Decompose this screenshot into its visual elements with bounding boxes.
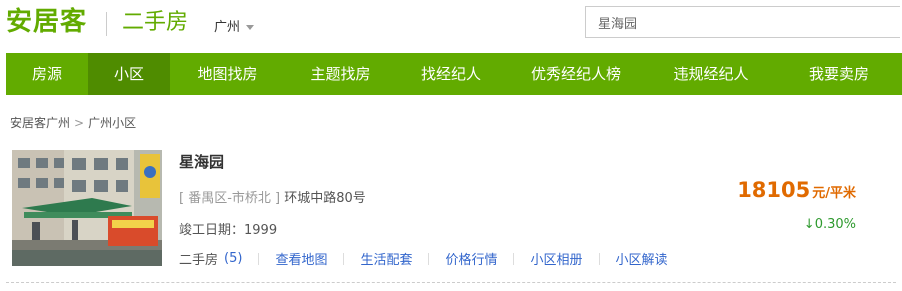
nav-item-top-agents[interactable]: 优秀经纪人榜 — [506, 53, 646, 95]
community-links: 二手房 (5) 查看地图 生活配套 价格行情 小区相册 小区解读 — [179, 249, 668, 268]
street-address: 环城中路80号 — [284, 191, 366, 206]
price-trend-link[interactable]: 价格行情 — [445, 249, 497, 268]
nav-item-find-agent[interactable]: 找经纪人 — [396, 53, 506, 95]
link-divider — [428, 252, 430, 265]
photo-album-link[interactable]: 小区相册 — [530, 249, 582, 268]
completion-label: 竣工日期： — [179, 223, 245, 238]
completion-year: 1999 — [244, 223, 278, 238]
community-name[interactable]: 星海园 — [179, 151, 224, 172]
nav-item-listings[interactable]: 房源 — [6, 53, 88, 95]
nav-item-map-search[interactable]: 地图找房 — [170, 53, 285, 95]
link-divider — [598, 252, 600, 265]
chevron-down-icon — [246, 25, 255, 30]
building-photo-image — [12, 150, 162, 266]
price-unit: 元/平米 — [812, 186, 856, 201]
average-price: 18105 元/平米 — [737, 178, 856, 202]
header-divider — [106, 12, 107, 36]
link-divider — [343, 252, 345, 265]
city-label: 广州 — [214, 20, 241, 35]
nav-item-sell-house[interactable]: 我要卖房 — [776, 53, 902, 95]
search-box — [585, 6, 900, 38]
city-selector[interactable]: 广州 — [214, 16, 255, 35]
breadcrumb-current[interactable]: 广州小区 — [88, 116, 136, 130]
second-hand-label: 二手房 — [179, 253, 219, 268]
main-nav: 房源 小区 地图找房 主题找房 找经纪人 优秀经纪人榜 违规经纪人 我要卖房 — [6, 53, 902, 95]
community-review-link[interactable]: 小区解读 — [616, 249, 668, 268]
second-hand-count-link[interactable]: (5) — [224, 251, 242, 266]
nav-item-communities[interactable]: 小区 — [88, 53, 170, 95]
district-label: [ 番禺区-市桥北 ] — [179, 191, 281, 206]
community-address: [ 番禺区-市桥北 ] 环城中路80号 — [179, 187, 366, 206]
view-map-link[interactable]: 查看地图 — [275, 249, 327, 268]
nav-item-violating-agents[interactable]: 违规经纪人 — [646, 53, 776, 95]
search-input[interactable] — [586, 7, 888, 37]
breadcrumb-separator: > — [74, 116, 85, 130]
breadcrumb-home[interactable]: 安居客广州 — [10, 116, 70, 130]
amenities-link[interactable]: 生活配套 — [360, 249, 412, 268]
community-photo[interactable] — [12, 150, 162, 266]
site-logo[interactable]: 安居客 — [6, 6, 87, 38]
completion-date: 竣工日期：1999 — [179, 219, 277, 238]
price-change: ↓0.30% — [803, 217, 856, 232]
site-header: 安居客 二手房 广州 — [0, 0, 902, 50]
link-divider — [513, 252, 515, 265]
nav-item-theme-search[interactable]: 主题找房 — [285, 53, 396, 95]
price-value: 18105 — [737, 178, 811, 202]
section-divider — [6, 282, 896, 283]
breadcrumb: 安居客广州 > 广州小区 — [10, 114, 136, 131]
channel-title[interactable]: 二手房 — [122, 8, 188, 38]
link-divider — [258, 252, 260, 265]
